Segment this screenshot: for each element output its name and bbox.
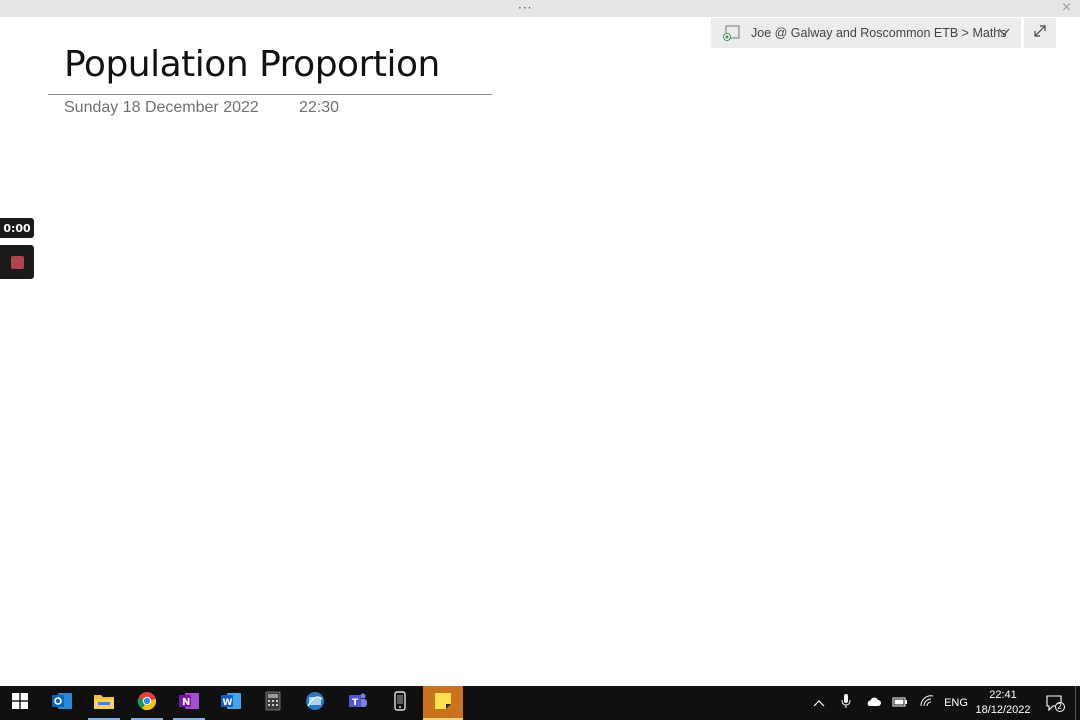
wifi-icon xyxy=(920,694,934,712)
window-close-button[interactable]: × xyxy=(1061,0,1072,15)
microphone-tray-button[interactable] xyxy=(835,686,857,720)
notification-icon: 2 xyxy=(1045,694,1065,712)
window-more-options-button[interactable]: ··· xyxy=(518,1,532,15)
taskbar-onenote-button[interactable]: N xyxy=(169,686,209,720)
taskbar-outlook-button[interactable] xyxy=(42,686,82,720)
language-indicator[interactable]: ENG xyxy=(942,686,970,720)
remote-desktop-icon xyxy=(304,691,326,716)
calculator-icon xyxy=(265,691,281,716)
svg-text:N: N xyxy=(182,697,190,708)
taskbar-file-explorer-button[interactable] xyxy=(84,686,124,720)
expand-icon xyxy=(1033,24,1047,43)
show-desktop-button[interactable] xyxy=(1075,686,1076,720)
folder-icon xyxy=(93,692,115,715)
window-title-bar: ··· × xyxy=(0,0,1080,17)
svg-text:T: T xyxy=(352,698,359,708)
onenote-icon: N xyxy=(178,691,200,716)
taskbar-sticky-notes-button[interactable] xyxy=(423,686,463,720)
phone-icon xyxy=(393,690,407,716)
notification-count: 2 xyxy=(1057,702,1063,711)
clock-time: 22:41 xyxy=(989,689,1017,701)
svg-text:W: W xyxy=(223,698,233,708)
wifi-tray-button[interactable] xyxy=(916,686,938,720)
taskbar: N W T ENG 22:41 18/12/2022 2 xyxy=(0,686,1080,720)
taskbar-phone-link-button[interactable] xyxy=(380,686,420,720)
clock-date: 18/12/2022 xyxy=(975,704,1031,716)
word-icon: W xyxy=(220,691,242,716)
taskbar-calculator-button[interactable] xyxy=(253,686,293,720)
taskbar-chrome-button[interactable] xyxy=(127,686,167,720)
stop-icon xyxy=(10,255,24,269)
full-page-view-button[interactable] xyxy=(1024,18,1056,48)
recording-stop-button[interactable] xyxy=(0,245,34,279)
notebook-breadcrumb: Joe @ Galway and Roscommon ETB > Maths xyxy=(751,26,1007,40)
onedrive-tray-button[interactable] xyxy=(862,686,884,720)
taskbar-word-button[interactable]: W xyxy=(211,686,251,720)
battery-icon xyxy=(892,694,908,712)
chrome-icon xyxy=(137,691,157,716)
start-button[interactable] xyxy=(0,686,40,720)
notebook-selector[interactable]: Joe @ Galway and Roscommon ETB > Maths xyxy=(711,18,1021,48)
page-date: Sunday 18 December 2022 xyxy=(64,99,259,116)
page-title[interactable]: Population Proportion xyxy=(64,44,440,85)
clock[interactable]: 22:41 18/12/2022 xyxy=(972,688,1034,718)
cloud-icon xyxy=(865,694,881,712)
taskbar-remote-desktop-button[interactable] xyxy=(295,686,335,720)
battery-tray-button[interactable] xyxy=(889,686,911,720)
windows-logo-icon xyxy=(12,692,28,714)
sticky-notes-icon xyxy=(433,691,453,716)
teams-icon: T xyxy=(347,691,369,716)
action-center-button[interactable]: 2 xyxy=(1042,686,1068,720)
outlook-icon xyxy=(51,691,73,716)
chevron-down-icon xyxy=(997,25,1011,39)
title-divider xyxy=(48,94,492,95)
taskbar-teams-button[interactable]: T xyxy=(338,686,378,720)
show-hidden-icons-button[interactable] xyxy=(808,686,830,720)
notebook-sync-icon xyxy=(723,25,741,41)
recording-timer: 0:00 xyxy=(0,218,34,238)
microphone-icon xyxy=(841,693,851,714)
chevron-up-icon xyxy=(813,694,825,712)
page-time: 22:30 xyxy=(299,99,340,116)
